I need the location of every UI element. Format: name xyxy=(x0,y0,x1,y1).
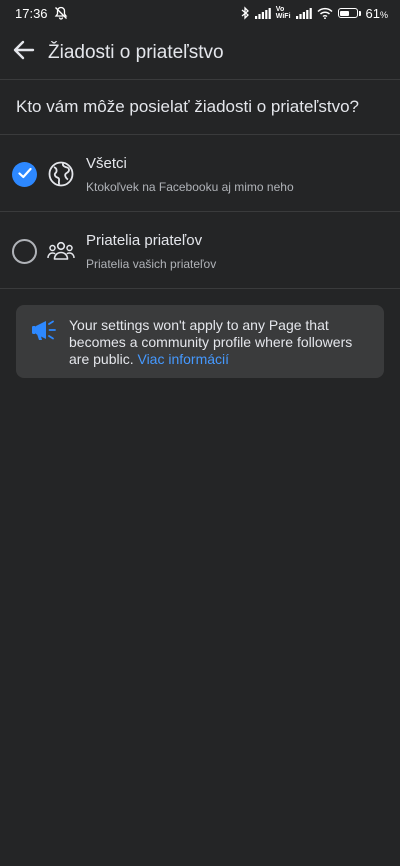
battery-percent: 61% xyxy=(365,5,388,21)
notifications-muted-icon xyxy=(54,6,68,20)
back-arrow-icon xyxy=(13,40,35,65)
megaphone-icon xyxy=(31,319,57,346)
cell-signal-2-icon xyxy=(295,7,312,19)
wifi-icon xyxy=(316,7,333,19)
info-card: Your settings won't apply to any Page th… xyxy=(16,305,384,378)
option-everyone[interactable]: Všetci Ktokoľvek na Facebooku aj mimo ne… xyxy=(0,136,400,212)
option-friends-of-friends[interactable]: Priatelia priateľov Priatelia vašich pri… xyxy=(0,213,400,289)
option-subtitle: Priatelia vašich priateľov xyxy=(86,257,217,271)
back-button[interactable] xyxy=(0,26,48,80)
status-time: 17:36 xyxy=(15,5,48,21)
app-header: Žiadosti o priateľstvo xyxy=(0,26,400,80)
question-heading: Kto vám môže posielať žiadosti o priateľ… xyxy=(0,80,400,135)
radio-selected[interactable] xyxy=(12,162,37,187)
cell-signal-icon xyxy=(254,7,271,19)
bluetooth-icon xyxy=(240,6,250,20)
checkmark-icon xyxy=(17,166,32,184)
learn-more-link[interactable]: Viac informácií xyxy=(137,351,229,367)
battery-icon xyxy=(337,8,361,18)
vowifi-indicator: Vo WiFi xyxy=(275,6,291,20)
info-text: Your settings won't apply to any Page th… xyxy=(69,317,370,368)
radio-unselected[interactable] xyxy=(12,239,37,264)
option-subtitle: Ktokoľvek na Facebooku aj mimo neho xyxy=(86,180,294,194)
friends-icon xyxy=(47,237,75,265)
option-title: Priatelia priateľov xyxy=(86,232,203,249)
status-bar: 17:36 Vo WiFi 61% xyxy=(0,0,400,26)
page-title: Žiadosti o priateľstvo xyxy=(48,41,224,63)
option-title: Všetci xyxy=(86,155,127,172)
globe-icon xyxy=(47,160,75,188)
